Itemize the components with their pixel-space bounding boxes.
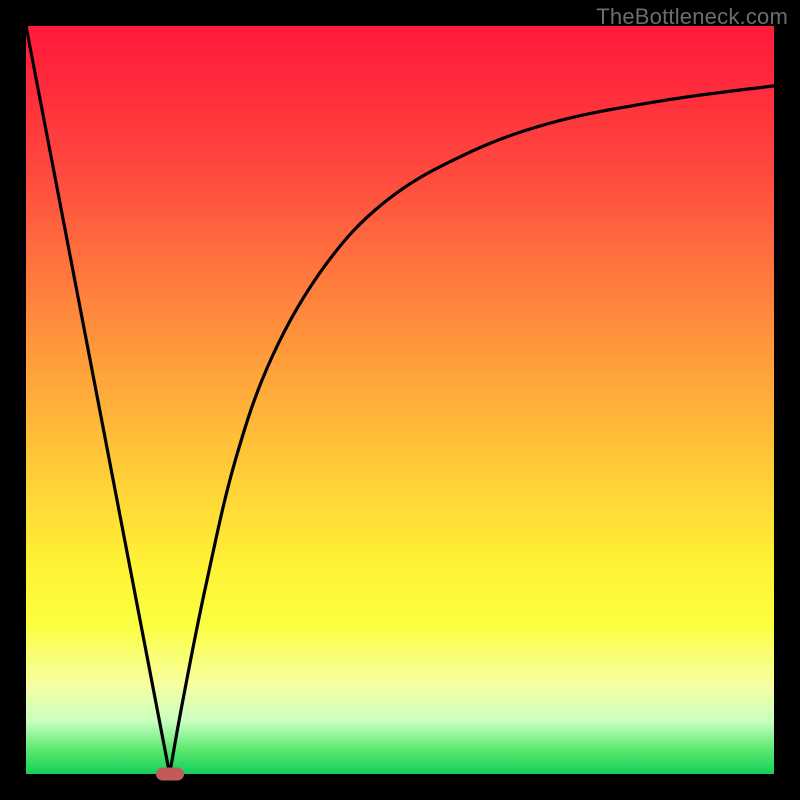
plot-area [26,26,774,774]
minimum-marker [156,768,184,781]
curve-right-branch [170,86,774,774]
curve-left-branch [26,26,170,774]
watermark-text: TheBottleneck.com [596,4,788,30]
chart-frame: TheBottleneck.com [0,0,800,800]
bottleneck-curve [26,26,774,774]
